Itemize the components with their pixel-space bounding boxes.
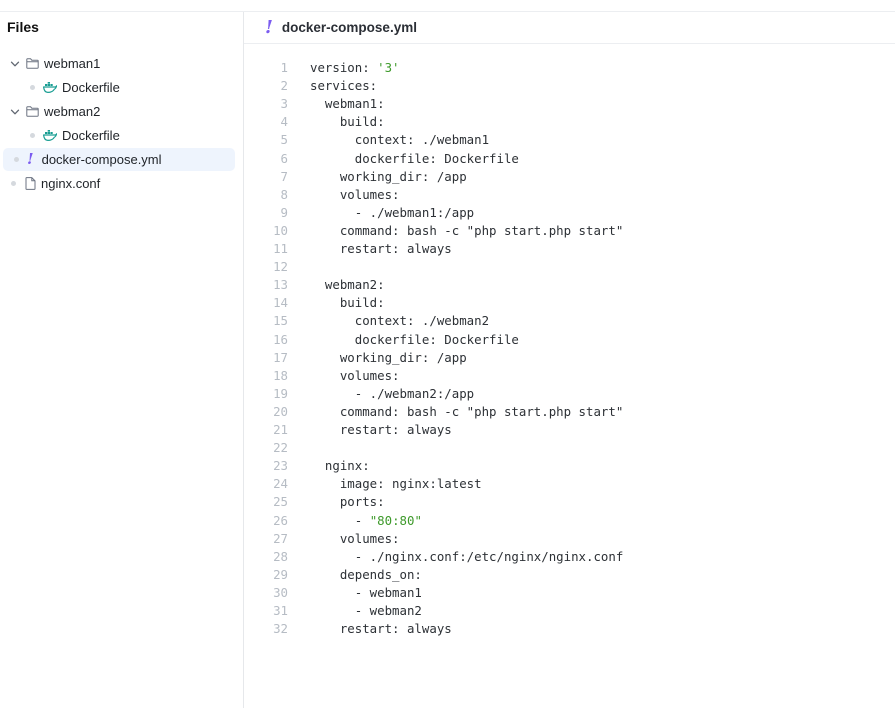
code-text: build: (310, 295, 385, 311)
code-text: command: bash -c "php start.php start" (310, 403, 624, 419)
code-text: services: (310, 78, 378, 94)
line-number: 21 (273, 422, 288, 437)
line-number: 9 (280, 204, 288, 220)
code-text: webman1: (310, 96, 385, 112)
code-text: command: bash -c "php start.php start" (310, 222, 624, 238)
string-literal: '3' (377, 60, 400, 75)
line-number: 5 (280, 132, 288, 148)
line-number: 12 (273, 259, 288, 275)
line-number: 27 (273, 530, 288, 546)
line-number: 16 (273, 331, 288, 347)
code-text: version: '3' (310, 60, 400, 75)
line-number: 1 (280, 60, 288, 75)
code-text: - "80:80" (310, 512, 422, 528)
line-number: 3 (280, 96, 288, 112)
yaml-exclamation-icon: ! (27, 150, 34, 168)
line-number: 29 (273, 566, 288, 582)
line-number: 32 (273, 621, 288, 637)
string-literal: "80:80" (369, 512, 422, 528)
line-number: 11 (273, 241, 288, 256)
code-text: webman2: (310, 277, 385, 293)
line-number: 7 (280, 168, 288, 184)
line-number: 24 (273, 476, 288, 492)
code-text: volumes: (310, 186, 400, 202)
tree-item-label: nginx.conf (41, 176, 101, 191)
code-text: depends_on: (310, 566, 422, 582)
tree-file-webman2-dockerfile[interactable]: Dockerfile (30, 124, 235, 147)
tree-file-webman1-dockerfile[interactable]: Dockerfile (30, 76, 235, 99)
docker-icon (43, 130, 57, 141)
editor-file-title: docker-compose.yml (281, 20, 417, 35)
code-text: working_dir: /app (310, 349, 467, 365)
code-text: image: nginx:latest (310, 476, 482, 492)
code-text: context: ./webman2 (310, 313, 490, 329)
code-text: restart: always (310, 241, 452, 256)
tree-item-label: docker-compose.yml (41, 152, 162, 167)
code-text: context: ./webman1 (310, 132, 490, 148)
tree-dot (30, 85, 35, 90)
line-number: 15 (273, 313, 288, 329)
folder-icon (26, 106, 39, 117)
tree-dot (30, 133, 35, 138)
tree-file-docker-compose[interactable]: ! docker-compose.yml (3, 148, 235, 171)
docker-icon (43, 82, 57, 93)
tree-item-label: Dockerfile (62, 80, 120, 95)
line-number: 30 (273, 584, 288, 600)
tree-file-nginx-conf[interactable]: nginx.conf (10, 172, 235, 195)
line-number: 4 (280, 114, 288, 130)
line-number: 10 (273, 222, 288, 238)
line-number: 23 (273, 458, 288, 474)
line-number: 14 (273, 295, 288, 311)
code-text: - webman1 (310, 584, 422, 600)
line-number: 26 (273, 512, 288, 528)
code-text: - ./webman2:/app (310, 385, 475, 401)
line-number: 31 (273, 603, 288, 618)
tree-folder-webman2[interactable]: webman2 (10, 100, 235, 123)
line-number: 13 (273, 277, 288, 293)
line-number: 19 (273, 385, 288, 401)
tree-item-label: Dockerfile (62, 128, 120, 143)
line-number: 6 (280, 150, 288, 166)
sidebar-title: Files (7, 19, 39, 35)
line-number: 17 (273, 349, 288, 365)
tree-dot (11, 181, 16, 186)
tree-item-label: webman2 (44, 104, 101, 119)
line-number: 25 (273, 494, 288, 510)
code-text: restart: always (310, 422, 452, 437)
code-text: volumes: (310, 367, 400, 383)
code-text: restart: always (310, 621, 452, 637)
file-icon (25, 177, 36, 190)
top-bar (0, 0, 895, 12)
code-text: build: (310, 114, 385, 130)
tree-item-label: webman1 (44, 56, 101, 71)
code-text: dockerfile: Dockerfile (310, 150, 519, 166)
line-number: 28 (273, 548, 288, 564)
tree-folder-webman1[interactable]: webman1 (10, 52, 235, 75)
code-text: nginx: (310, 458, 370, 474)
yaml-exclamation-icon: ! (265, 16, 273, 38)
code-text: volumes: (310, 530, 400, 546)
code-text: - ./nginx.conf:/etc/nginx/nginx.conf (310, 548, 624, 564)
folder-icon (26, 58, 39, 69)
file-explorer-sidebar: Files webman1 Dockerfile webman2 Dockerf… (0, 12, 244, 708)
chevron-down-icon[interactable] (10, 59, 20, 69)
line-number: 20 (273, 403, 288, 419)
line-number: 8 (280, 186, 288, 202)
code-text: working_dir: /app (310, 168, 467, 184)
tree-dot (14, 157, 19, 162)
line-number: 2 (280, 78, 288, 94)
line-number: 18 (273, 367, 288, 383)
chevron-down-icon[interactable] (10, 107, 20, 117)
line-number: 22 (273, 440, 288, 456)
code-text: dockerfile: Dockerfile (310, 331, 519, 347)
code-text: - ./webman1:/app (310, 204, 475, 220)
code-text: ports: (310, 494, 385, 510)
code-text: - webman2 (310, 603, 422, 618)
editor-tab-header: ! docker-compose.yml (244, 12, 895, 44)
